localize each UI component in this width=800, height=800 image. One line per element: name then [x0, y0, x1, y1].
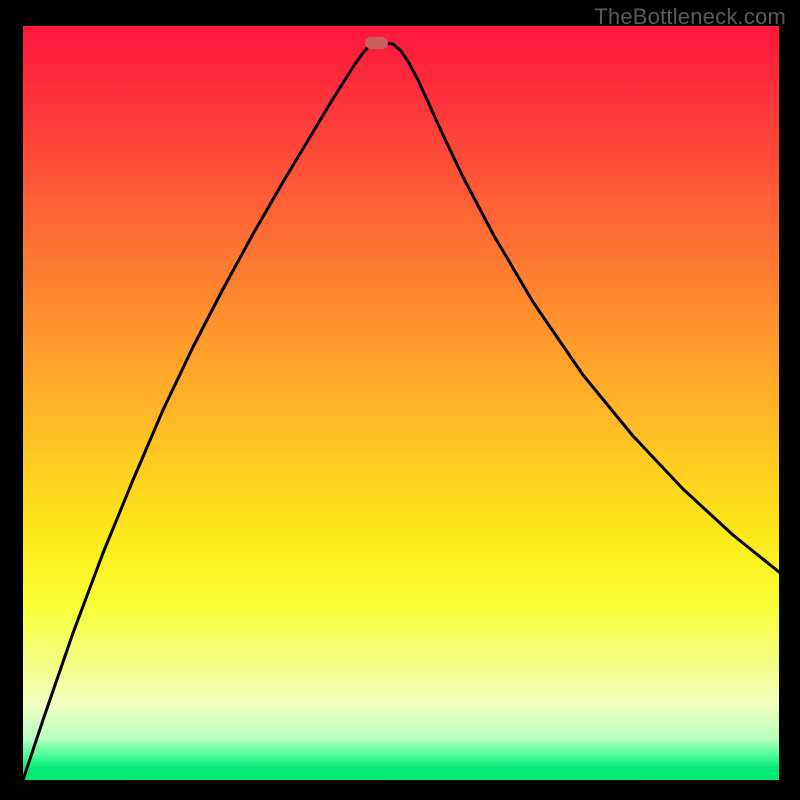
bottleneck-curve: [23, 26, 779, 780]
chart-plot-area: [23, 26, 779, 780]
watermark-text: TheBottleneck.com: [594, 4, 786, 30]
optimal-point-marker: [365, 37, 388, 49]
